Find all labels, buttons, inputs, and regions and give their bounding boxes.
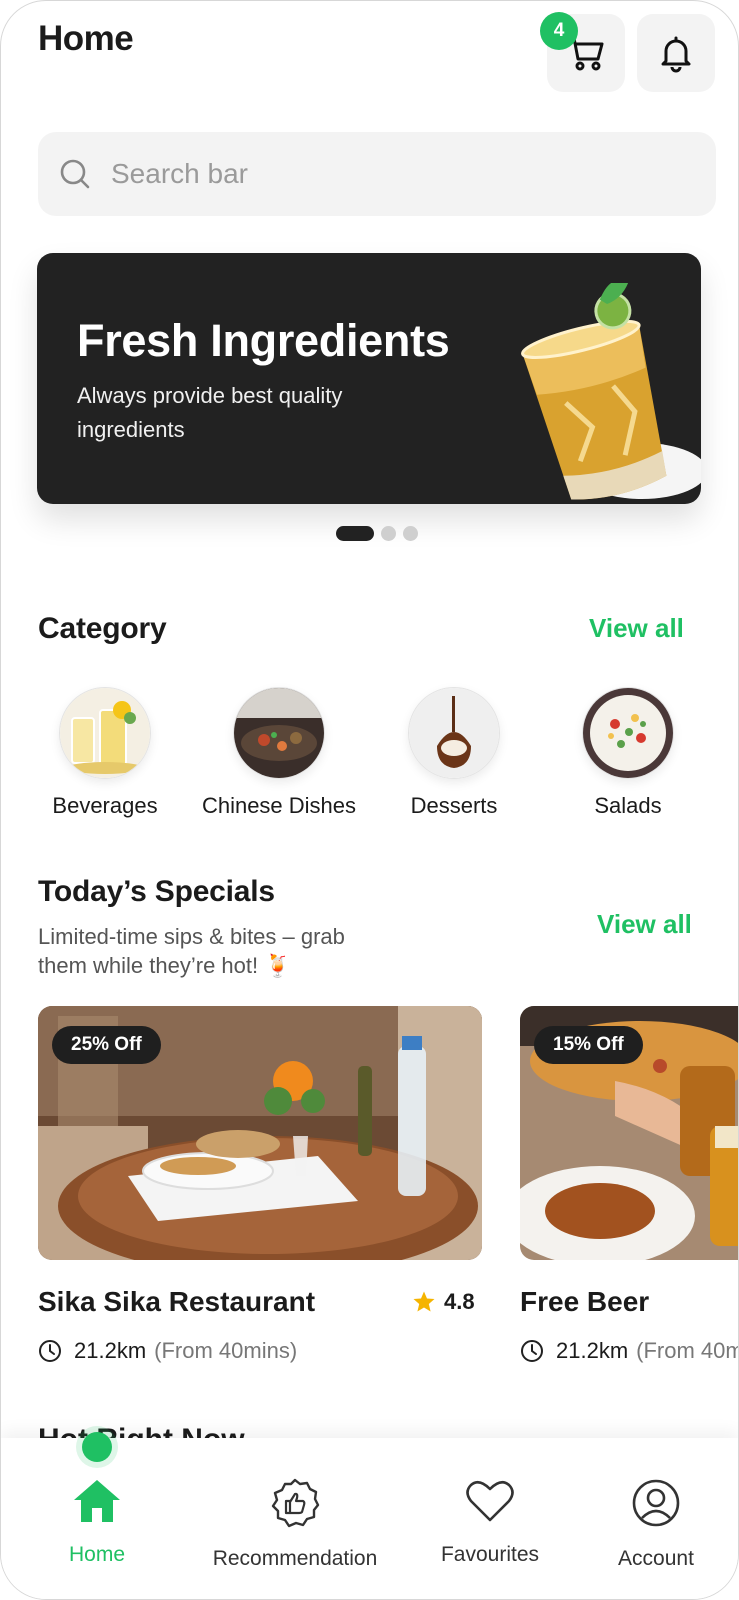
tab-recommendation[interactable]: Recommendation [205,1478,385,1571]
specials-subtitle: Limited-time sips & bites – grab them wh… [38,924,345,978]
specials-title: Today’s Specials [38,875,275,908]
cocktail-glass-image [521,283,701,500]
cart-count-badge: 4 [540,12,578,50]
bottom-tab-bar: Home Recommendation Favourites Account [1,1432,738,1599]
restaurant-photo: 25% Off [38,1006,482,1260]
clock-icon [39,1340,61,1362]
special-card[interactable]: 15% Off Free Beer 21.2km (From 40mins) [520,1006,738,1363]
category-view-all-link[interactable]: View all [589,613,684,644]
chinese-dishes-image [233,687,325,779]
promo-banner[interactable]: Fresh Ingredients Always provide best qu… [37,253,701,504]
desserts-image [408,687,500,779]
search-input[interactable] [109,157,673,191]
specials-view-all-link[interactable]: View all [597,909,692,940]
tab-label: Home [68,1543,126,1566]
thumbs-up-badge-icon [271,1478,320,1528]
salads-image [582,687,674,779]
heart-icon [466,1480,514,1522]
page-title: Home [38,19,134,58]
special-card[interactable]: 25% Off Sika Sika Restaurant 4.8 21.2km … [38,1006,482,1363]
clock-icon [521,1340,543,1362]
card-title: Sika Sika Restaurant [38,1286,316,1317]
pagination-dot[interactable] [381,526,396,541]
tab-favourites[interactable]: Favourites [400,1478,580,1567]
category-label: Chinese Dishes [201,793,357,818]
card-title: Free Beer [520,1286,650,1317]
search-bar[interactable] [38,132,716,216]
category-label: Salads [594,793,662,818]
distance-value: 21.2km [556,1338,629,1363]
tab-label: Recommendation [212,1547,378,1570]
pagination-dot-active[interactable] [336,526,374,541]
discount-badge: 15% Off [534,1026,643,1064]
search-icon [58,157,92,191]
tab-home[interactable]: Home [7,1478,187,1567]
category-label: Beverages [52,793,158,818]
tab-label: Account [618,1547,694,1570]
discount-badge: 25% Off [52,1026,161,1064]
tab-label: Favourites [440,1543,540,1566]
notifications-button[interactable] [637,14,715,92]
beer-photo: 15% Off [520,1006,738,1260]
beverages-image [59,687,151,779]
active-tab-indicator [82,1432,112,1462]
banner-pagination [336,526,418,541]
eta-value: (From 40mins) [154,1338,298,1363]
home-icon [74,1480,120,1522]
rating: 4.8 [412,1289,475,1315]
bell-icon [661,36,691,73]
rating-value: 4.8 [444,1289,475,1314]
banner-subtitle: Always provide best quality ingredients [77,383,343,442]
eta-value: (From 40mins) [636,1338,738,1363]
category-title: Category [38,612,167,645]
user-circle-icon [632,1479,680,1527]
category-item-beverages[interactable]: Beverages [20,687,190,819]
distance-info: 21.2km (From 40mins) [38,1338,297,1364]
category-item-chinese-dishes[interactable]: Chinese Dishes [194,687,364,819]
distance-value: 21.2km [74,1338,147,1363]
category-item-salads[interactable]: Salads [543,687,713,819]
banner-title: Fresh Ingredients [77,315,450,366]
category-item-desserts[interactable]: Desserts [369,687,539,819]
app-screen: Home 4 Fresh Ingredients Always provide … [0,0,739,1600]
distance-info: 21.2km (From 40mins) [520,1338,738,1364]
pagination-dot[interactable] [403,526,418,541]
star-icon [413,1291,435,1312]
category-label: Desserts [410,793,498,818]
tab-account[interactable]: Account [566,1478,738,1571]
